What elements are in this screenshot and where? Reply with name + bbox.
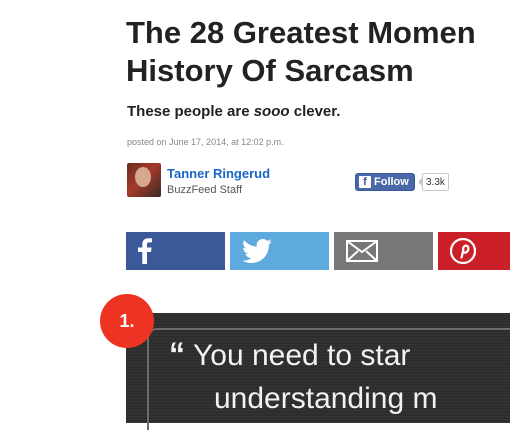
- facebook-logo-icon: f: [359, 176, 371, 188]
- subtitle-emphasis: sooo: [253, 103, 290, 120]
- follow-count: 3.3k: [418, 173, 449, 191]
- pinterest-icon: [450, 238, 476, 264]
- share-twitter-button[interactable]: [230, 232, 329, 270]
- author-role: BuzzFeed Staff: [167, 184, 243, 196]
- item-number-badge: 1.: [100, 294, 154, 348]
- subtitle-text-after: clever.: [289, 103, 341, 120]
- quote-text-line-1: “You need to star: [169, 336, 410, 373]
- author-name-link[interactable]: Tanner Ringerud: [167, 166, 270, 181]
- article-subtitle: These people are sooo clever.: [127, 103, 340, 120]
- article-title: The 28 Greatest Momen History Of Sarcasm: [126, 14, 510, 90]
- facebook-follow-button[interactable]: f Follow: [355, 173, 415, 191]
- email-icon: [346, 240, 378, 262]
- quote-line-1: You need to star: [193, 339, 411, 372]
- share-pinterest-button[interactable]: [438, 232, 510, 270]
- twitter-icon: [242, 239, 272, 263]
- article-title-line-2: History Of Sarcasm: [126, 53, 414, 88]
- follow-label: Follow: [374, 176, 409, 188]
- posted-date: posted on June 17, 2014, at 12:02 p.m.: [127, 137, 284, 147]
- share-facebook-button[interactable]: [126, 232, 225, 270]
- author-avatar[interactable]: [127, 163, 161, 197]
- article-title-line-1: The 28 Greatest Momen: [126, 15, 476, 50]
- share-email-button[interactable]: [334, 232, 433, 270]
- quote-mark-icon: “: [169, 336, 185, 372]
- facebook-icon: [138, 238, 152, 264]
- subtitle-text-before: These people are: [127, 103, 254, 120]
